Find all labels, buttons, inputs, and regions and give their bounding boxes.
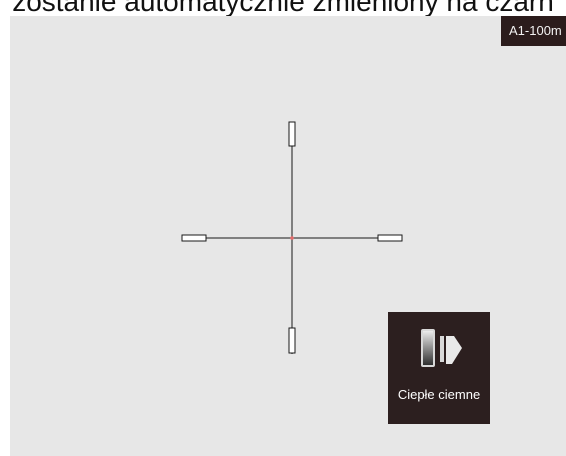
top-caption: zostanie automatycznie zmieniony na czar… [12,0,554,16]
reticle-right-post [377,234,403,242]
palette-switch-icon [421,329,462,367]
reticle-top-post [288,121,296,147]
reticle-left-post [181,234,207,242]
palette-label: Ciepłe ciemne [397,387,481,402]
scope-view: A1-100m Ciepłe ciemne [10,16,566,456]
reticle-center-dot [290,236,294,240]
reticle-bottom-post [288,327,296,354]
screen: zostanie automatycznie zmieniony na czar… [0,0,566,456]
palette-mode-card[interactable]: Ciepłe ciemne [388,312,490,424]
